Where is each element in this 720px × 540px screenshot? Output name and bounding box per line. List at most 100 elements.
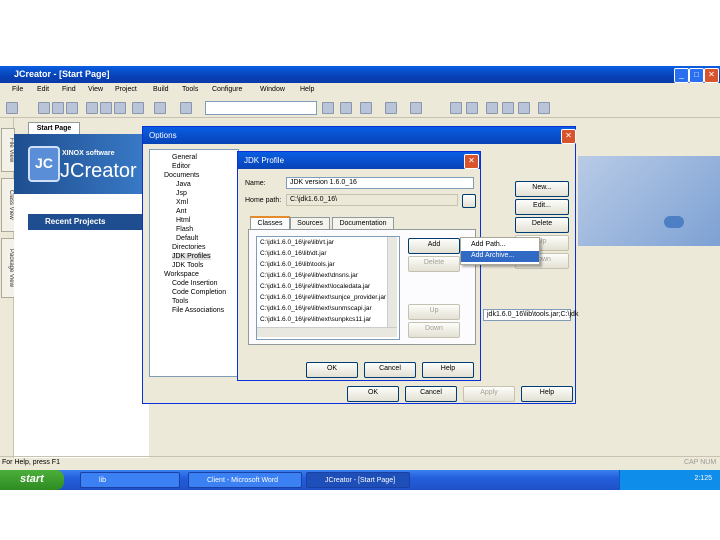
name-input[interactable]: JDK version 1.6.0_16 xyxy=(286,177,474,189)
menu-find[interactable]: Find xyxy=(62,86,76,93)
tree-item-jdk-profiles[interactable]: JDK Profiles xyxy=(172,253,211,260)
menu-edit[interactable]: Edit xyxy=(37,86,49,93)
tree-item-workspace[interactable]: Workspace xyxy=(164,271,199,278)
options-apply-button[interactable]: Apply xyxy=(463,386,515,402)
jdk-ok-button[interactable]: OK xyxy=(306,362,358,378)
start-page-banner: JC XINOX software JCreator xyxy=(14,134,149,194)
tab-class-view[interactable]: Class View xyxy=(1,178,15,232)
options-edit-button[interactable]: Edit... xyxy=(515,199,569,215)
minimize-button[interactable]: _ xyxy=(674,68,689,83)
menu-build[interactable]: Build xyxy=(153,86,169,93)
jdk-profile-close-button[interactable]: ✕ xyxy=(464,154,479,169)
options-cancel-button[interactable]: Cancel xyxy=(405,386,457,402)
tree-item-file-associations[interactable]: File Associations xyxy=(172,307,224,314)
paste-icon[interactable] xyxy=(114,102,126,114)
tree-item-directories[interactable]: Directories xyxy=(172,244,205,251)
start-button[interactable]: start xyxy=(0,470,64,490)
build-icon[interactable] xyxy=(322,102,334,114)
bookmark-icon[interactable] xyxy=(486,102,498,114)
find-icon[interactable] xyxy=(180,102,192,114)
tree-item-jsp[interactable]: Jsp xyxy=(176,190,187,197)
list-horizontal-scrollbar[interactable] xyxy=(257,327,397,337)
tile-icon[interactable] xyxy=(518,102,530,114)
classes-list[interactable]: C:\jdk1.6.0_16\jre\lib\rt.jar C:\jdk1.6.… xyxy=(256,236,400,340)
debug-icon[interactable] xyxy=(360,102,372,114)
options-path-field[interactable]: jdk1.6.0_16\lib\tools.jar;C:\jdk xyxy=(483,309,578,321)
tree-item-code-completion[interactable]: Code Completion xyxy=(172,289,226,296)
tree-item-default[interactable]: Default xyxy=(176,235,198,242)
menu-file[interactable]: File xyxy=(12,86,23,93)
copy-icon[interactable] xyxy=(100,102,112,114)
undo-icon[interactable] xyxy=(132,102,144,114)
options-delete-button[interactable]: Delete xyxy=(515,217,569,233)
open-icon[interactable] xyxy=(38,102,50,114)
list-item[interactable]: C:\jdk1.6.0_16\jre\lib\ext\dnsns.jar xyxy=(260,272,358,279)
window-icon[interactable] xyxy=(502,102,514,114)
save-icon[interactable] xyxy=(52,102,64,114)
list-item[interactable]: C:\jdk1.6.0_16\jre\lib\ext\localedata.ja… xyxy=(260,283,370,290)
menu-window[interactable]: Window xyxy=(260,86,285,93)
jdk-delete-button[interactable]: Delete xyxy=(408,256,460,272)
save-all-icon[interactable] xyxy=(66,102,78,114)
browse-home-button[interactable] xyxy=(462,194,476,208)
run-icon[interactable] xyxy=(340,102,352,114)
new-file-icon[interactable] xyxy=(6,102,18,114)
menu-view[interactable]: View xyxy=(88,86,103,93)
list-item[interactable]: C:\jdk1.6.0_16\lib\tools.jar xyxy=(260,261,335,268)
tree-item-flash[interactable]: Flash xyxy=(176,226,193,233)
redo-icon[interactable] xyxy=(154,102,166,114)
menu-help[interactable]: Help xyxy=(300,86,314,93)
tree-item-general[interactable]: General xyxy=(172,154,197,161)
tree-item-documents[interactable]: Documents xyxy=(164,172,199,179)
tab-package-view[interactable]: Package View xyxy=(1,238,15,298)
back-icon[interactable] xyxy=(450,102,462,114)
menu-tools[interactable]: Tools xyxy=(182,86,198,93)
options-close-button[interactable]: ✕ xyxy=(561,129,576,144)
tree-item-editor[interactable]: Editor xyxy=(172,163,190,170)
menu-project[interactable]: Project xyxy=(115,86,137,93)
tab-classes[interactable]: Classes xyxy=(250,216,290,229)
list-item[interactable]: C:\jdk1.6.0_16\jre\lib\ext\sunpkcs11.jar xyxy=(260,316,371,323)
status-bar: For Help, press F1 CAP NUM xyxy=(0,456,720,470)
menu-item-add-archive[interactable]: Add Archive... xyxy=(461,251,539,262)
cut-icon[interactable] xyxy=(86,102,98,114)
jdk-profile-title: JDK Profile xyxy=(238,152,480,169)
jdk-up-button[interactable]: Up xyxy=(408,304,460,320)
tab-file-view[interactable]: File View xyxy=(1,128,15,172)
window-title: JCreator - [Start Page] xyxy=(14,69,110,79)
menu-configure[interactable]: Configure xyxy=(212,86,242,93)
options-tree[interactable]: General Editor Documents Java Jsp Xml An… xyxy=(149,149,239,377)
menu-item-add-path[interactable]: Add Path... xyxy=(461,240,539,251)
options-help-button[interactable]: Help xyxy=(521,386,573,402)
options-new-button[interactable]: New... xyxy=(515,181,569,197)
close-button[interactable]: ✕ xyxy=(704,68,719,83)
list-item[interactable]: C:\jdk1.6.0_16\jre\lib\rt.jar xyxy=(260,239,334,246)
tab-start-page[interactable]: Start Page xyxy=(28,122,80,134)
compile-icon[interactable] xyxy=(385,102,397,114)
jdk-cancel-button[interactable]: Cancel xyxy=(364,362,416,378)
options-ok-button[interactable]: OK xyxy=(347,386,399,402)
jdk-down-button[interactable]: Down xyxy=(408,322,460,338)
task-word[interactable]: Client - Microsoft Word xyxy=(188,472,302,488)
tree-item-code-insertion[interactable]: Code Insertion xyxy=(172,280,218,287)
tree-item-html[interactable]: Html xyxy=(176,217,190,224)
add-button[interactable]: Add xyxy=(408,238,460,254)
maximize-button[interactable]: □ xyxy=(689,68,704,83)
tree-item-xml[interactable]: Xml xyxy=(176,199,188,206)
toolbar-combo[interactable] xyxy=(205,101,317,115)
task-lib[interactable]: lib xyxy=(80,472,180,488)
tree-item-ant[interactable]: Ant xyxy=(176,208,187,215)
tree-item-jdk-tools[interactable]: JDK Tools xyxy=(172,262,203,269)
list-item[interactable]: C:\jdk1.6.0_16\jre\lib\ext\sunjce_provid… xyxy=(260,294,386,301)
stop-icon[interactable] xyxy=(410,102,422,114)
forward-icon[interactable] xyxy=(466,102,478,114)
jdk-help-button[interactable]: Help xyxy=(422,362,474,378)
tree-item-tools[interactable]: Tools xyxy=(172,298,188,305)
task-jcreator[interactable]: JCreator - [Start Page] xyxy=(306,472,410,488)
list-item[interactable]: C:\jdk1.6.0_16\lib\dt.jar xyxy=(260,250,326,257)
list-vertical-scrollbar[interactable] xyxy=(387,237,397,327)
help-icon[interactable] xyxy=(538,102,550,114)
list-item[interactable]: C:\jdk1.6.0_16\jre\lib\ext\sunmscapi.jar xyxy=(260,305,372,312)
tree-item-java[interactable]: Java xyxy=(176,181,191,188)
options-title: Options xyxy=(143,127,575,144)
